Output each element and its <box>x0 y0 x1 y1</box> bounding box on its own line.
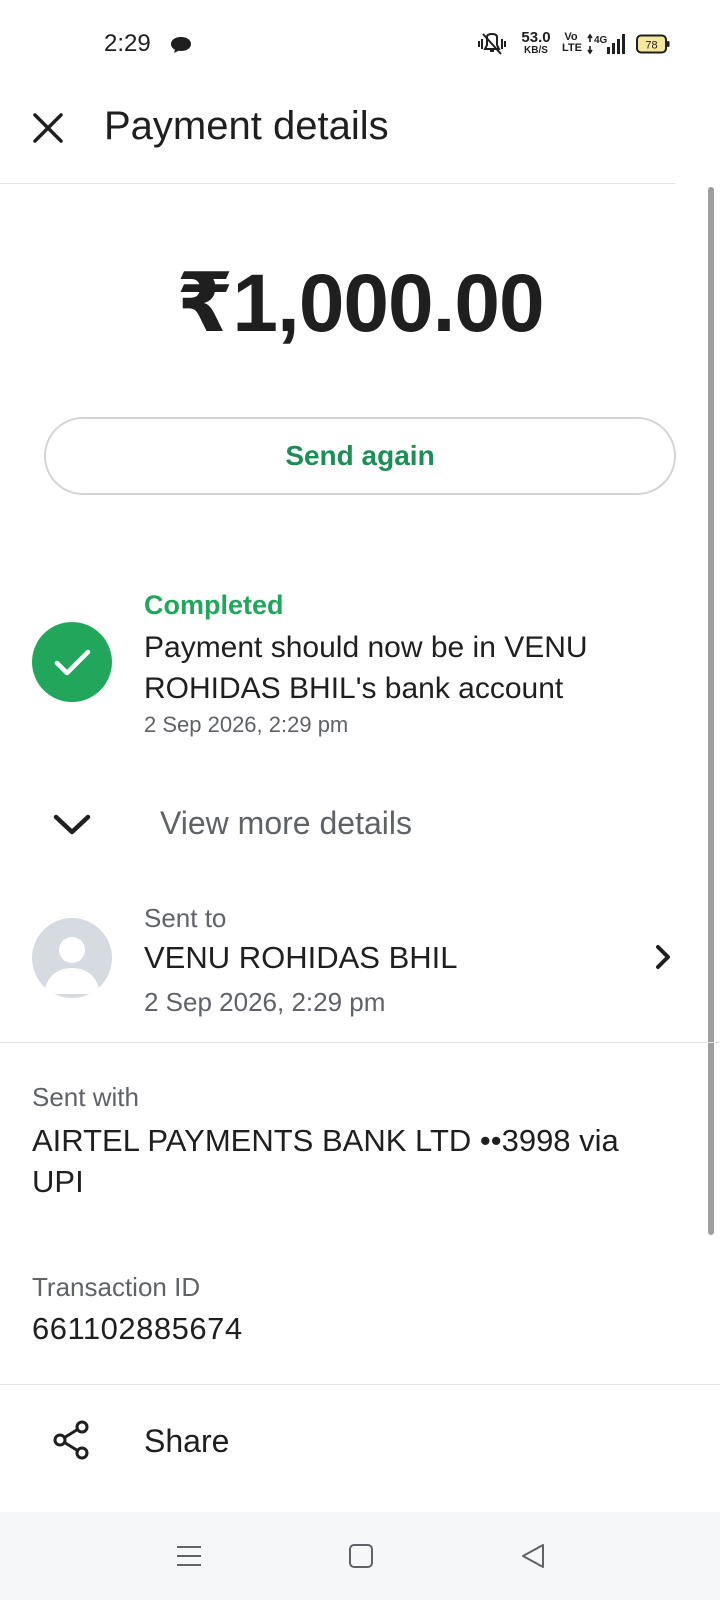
recipient-name: VENU ROHIDAS BHIL <box>144 940 458 975</box>
section-divider <box>0 1384 720 1385</box>
share-icon <box>53 1420 89 1460</box>
sent-with-value: AIRTEL PAYMENTS BANK LTD ••3998 via UPI <box>32 1123 619 1199</box>
battery-level: 78 <box>645 40 657 52</box>
back-icon[interactable] <box>519 1541 547 1571</box>
header-divider <box>0 183 675 184</box>
menu-icon[interactable] <box>174 1542 204 1570</box>
network-type: 4G <box>594 35 608 46</box>
page-title: Payment details <box>104 104 389 148</box>
status-label: Completed <box>144 590 284 620</box>
signal-icon: 4G <box>587 33 625 55</box>
close-icon[interactable] <box>26 106 70 150</box>
payment-amount: ₹1,000.00 <box>176 258 544 349</box>
check-icon <box>32 622 112 702</box>
net-speed: 53.0 KB/S <box>516 30 556 56</box>
transaction-id-label: Transaction ID <box>32 1272 201 1302</box>
mute-icon <box>478 32 506 55</box>
sent-to-label: Sent to <box>144 903 227 933</box>
battery-icon: 78 <box>636 34 670 54</box>
avatar <box>32 918 112 998</box>
net-speed-value: 53.0 <box>521 29 551 46</box>
send-again-button[interactable]: Send again <box>44 417 676 495</box>
status-timestamp: 2 Sep 2026, 2:29 pm <box>144 712 349 737</box>
share-label: Share <box>144 1423 230 1459</box>
chevron-down-icon <box>53 814 91 835</box>
chevron-right-icon <box>656 945 670 969</box>
sent-with-label: Sent with <box>32 1082 139 1112</box>
share-row[interactable] <box>0 1390 720 1490</box>
view-more-details-label: View more details <box>160 805 412 841</box>
home-icon[interactable] <box>347 1542 375 1570</box>
status-message: Payment should now be in VENU ROHIDAS BH… <box>144 631 588 705</box>
transaction-id-value: 661102885674 <box>32 1311 243 1346</box>
volte-indicator: Vo LTE <box>562 32 582 54</box>
volte-bottom: LTE <box>562 42 582 54</box>
chat-bubble-icon <box>171 37 191 53</box>
section-divider <box>0 1042 720 1043</box>
status-time: 2:29 <box>104 30 151 57</box>
net-speed-unit: KB/S <box>524 45 548 56</box>
recipient-timestamp: 2 Sep 2026, 2:29 pm <box>144 987 386 1017</box>
